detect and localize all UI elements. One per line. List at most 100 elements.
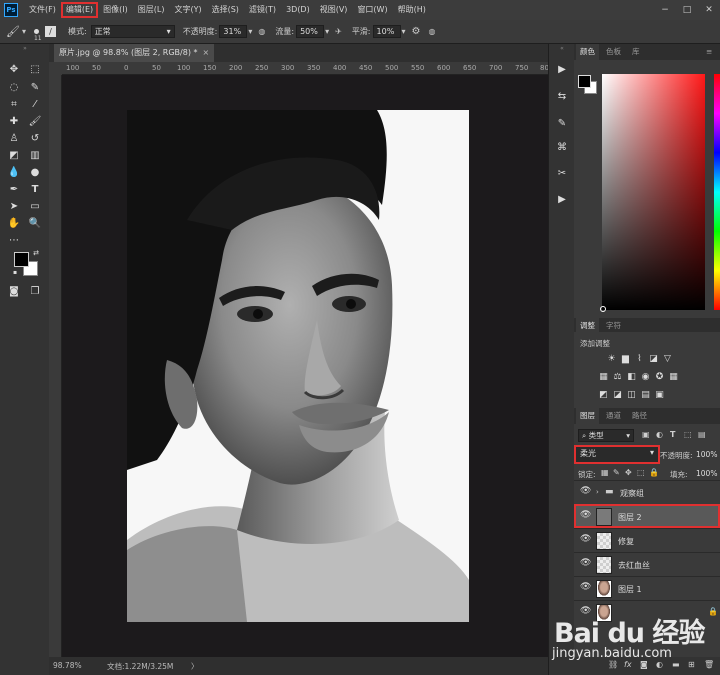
levels-icon[interactable]: ▆ — [620, 354, 631, 365]
screen-mode-icon[interactable]: ❐ — [27, 284, 43, 300]
tab-layers[interactable]: 图层 — [576, 408, 599, 424]
link-layers-icon[interactable]: ⛓ — [608, 660, 618, 669]
quick-mask-icon[interactable]: ◙ — [6, 284, 22, 300]
lock-all-icon[interactable]: 🔒 — [649, 468, 659, 477]
blend-mode-select[interactable]: 柔光 ▾ — [574, 445, 660, 464]
pen-tool-icon[interactable]: ✒ — [6, 182, 22, 198]
brush-preset-dropdown-icon[interactable]: ▾ — [22, 27, 26, 36]
opacity-input[interactable]: 31% — [219, 25, 248, 38]
brush-settings-icon[interactable]: ✎ — [554, 116, 570, 132]
tab-color[interactable]: 颜色 — [576, 44, 599, 60]
filter-adjustment-icon[interactable]: ◐ — [656, 430, 663, 439]
menu-file[interactable]: 文件(F) — [24, 2, 61, 18]
lock-artboard-icon[interactable]: ⬚ — [637, 468, 645, 477]
color-lookup-icon[interactable]: ▦ — [668, 372, 679, 383]
move-tool-icon[interactable]: ✥ — [6, 62, 22, 78]
zoom-tool-icon[interactable]: 🔍 — [27, 216, 43, 232]
filter-smart-object-icon[interactable]: ▤ — [698, 430, 706, 439]
close-tab-icon[interactable]: × — [203, 48, 210, 57]
kind-filter-select[interactable]: ⌕ 类型 ▾ — [578, 429, 634, 442]
airbrush-icon[interactable]: ✈ — [335, 27, 342, 36]
hue-saturation-icon[interactable]: ▦ — [598, 372, 609, 383]
filter-type-icon[interactable]: T — [670, 430, 675, 439]
minimize-button[interactable]: − — [654, 0, 676, 20]
path-selection-tool-icon[interactable]: ➤ — [6, 199, 22, 215]
tab-paths[interactable]: 路径 — [628, 408, 651, 424]
layer-row-group[interactable]: 👁 › ▬ 观察组 — [574, 480, 720, 504]
zoom-level[interactable]: 98.78% — [53, 661, 82, 670]
panel-foreground-swatch[interactable] — [578, 75, 591, 88]
black-white-icon[interactable]: ◧ — [626, 372, 637, 383]
channel-mixer-icon[interactable]: ✪ — [654, 372, 665, 383]
lasso-tool-icon[interactable]: ◌ — [6, 80, 22, 96]
layer-opacity-value[interactable]: 100% — [696, 450, 717, 459]
actions-panel-icon[interactable]: ▶ — [554, 192, 570, 208]
menu-3d[interactable]: 3D(D) — [281, 2, 315, 18]
foreground-color-swatch[interactable] — [14, 252, 29, 267]
vibrance-icon[interactable]: ▽ — [662, 354, 673, 365]
tab-swatches[interactable]: 色板 — [602, 44, 625, 60]
marquee-tool-icon[interactable]: ⬚ — [27, 62, 43, 78]
maximize-button[interactable]: □ — [676, 0, 698, 20]
threshold-icon[interactable]: ◫ — [626, 390, 637, 401]
layer-row-background[interactable]: 👁 🔒 — [574, 600, 720, 624]
history-panel-icon[interactable]: ▶ — [554, 62, 570, 78]
mode-select[interactable]: 正常 ▾ — [90, 25, 175, 38]
fill-value[interactable]: 100% — [696, 469, 717, 478]
tool-presets-icon[interactable]: ✂ — [554, 166, 570, 182]
hue-slider[interactable] — [714, 74, 720, 310]
horizontal-ruler[interactable]: 100 50 0 50 100 150 200 250 300 350 400 … — [62, 62, 548, 75]
toolbar-collapse-icon[interactable]: » — [17, 44, 33, 54]
photo-filter-icon[interactable]: ◉ — [640, 372, 651, 383]
dodge-tool-icon[interactable]: ● — [27, 165, 43, 181]
menu-edit[interactable]: 编辑(E) — [60, 2, 99, 18]
menu-window[interactable]: 窗口(W) — [352, 2, 392, 18]
default-colors-icon[interactable]: ▪ — [10, 268, 20, 278]
eyedropper-tool-icon[interactable]: ⁄ — [27, 97, 43, 113]
group-expand-icon[interactable]: › — [596, 488, 599, 496]
delete-layer-icon[interactable]: 🗑 — [704, 660, 714, 669]
brightness-icon[interactable]: ☀ — [606, 354, 617, 365]
swap-colors-icon[interactable]: ⇄ — [31, 248, 41, 258]
clone-stamp-tool-icon[interactable]: ♙ — [6, 131, 22, 147]
selective-color-icon[interactable]: ▣ — [654, 390, 665, 401]
close-button[interactable]: ✕ — [698, 0, 720, 20]
exposure-icon[interactable]: ◪ — [648, 354, 659, 365]
menu-select[interactable]: 选择(S) — [207, 2, 244, 18]
color-picker-marker[interactable] — [600, 306, 606, 312]
crop-tool-icon[interactable]: ⌗ — [6, 97, 22, 113]
type-tool-icon[interactable]: T — [27, 182, 43, 198]
panel-menu-icon[interactable]: ≡ — [702, 44, 716, 60]
new-adjustment-icon[interactable]: ◐ — [656, 660, 663, 669]
tab-channels[interactable]: 通道 — [602, 408, 625, 424]
canvas[interactable] — [62, 75, 548, 657]
brush-panel-toggle-icon[interactable]: ∕ — [44, 26, 56, 37]
tab-libraries[interactable]: 库 — [628, 44, 644, 60]
history-brush-tool-icon[interactable]: ↺ — [27, 131, 43, 147]
pressure-opacity-icon[interactable]: ◍ — [258, 27, 265, 36]
document-info[interactable]: 文档:1.22M/3.25M — [107, 661, 173, 672]
gear-icon[interactable]: ⚙ — [412, 26, 421, 37]
brush-tool-icon[interactable]: 🖌 — [27, 114, 43, 130]
clone-source-icon[interactable]: ⌘ — [554, 140, 570, 156]
visibility-eye-icon[interactable]: 👁 — [580, 510, 591, 520]
layer-style-icon[interactable]: fx — [624, 660, 632, 669]
layer-row-selected[interactable]: 👁 图层 2 — [574, 504, 720, 528]
gradient-tool-icon[interactable]: ▥ — [27, 148, 43, 164]
filter-shape-icon[interactable]: ⬚ — [684, 430, 692, 439]
eraser-tool-icon[interactable]: ◩ — [6, 148, 22, 164]
visibility-eye-icon[interactable]: 👁 — [580, 558, 591, 568]
opacity-dropdown-icon[interactable]: ▾ — [248, 27, 252, 36]
layer-row[interactable]: 👁 去红血丝 — [574, 552, 720, 576]
menu-filter[interactable]: 滤镜(T) — [244, 2, 281, 18]
hand-tool-icon[interactable]: ✋ — [6, 216, 22, 232]
menu-layer[interactable]: 图层(L) — [133, 2, 170, 18]
menu-image[interactable]: 图像(I) — [98, 2, 133, 18]
vertical-ruler[interactable] — [49, 75, 62, 657]
color-balance-icon[interactable]: ⚖ — [612, 372, 623, 383]
new-layer-icon[interactable]: ⊞ — [688, 660, 695, 669]
add-mask-icon[interactable]: ◙ — [640, 660, 648, 669]
flow-input[interactable]: 50% — [296, 25, 325, 38]
curves-icon[interactable]: ⌇ — [634, 354, 645, 365]
document-tab[interactable]: 原片.jpg @ 98.8% (图层 2, RGB/8) * × — [54, 44, 215, 62]
